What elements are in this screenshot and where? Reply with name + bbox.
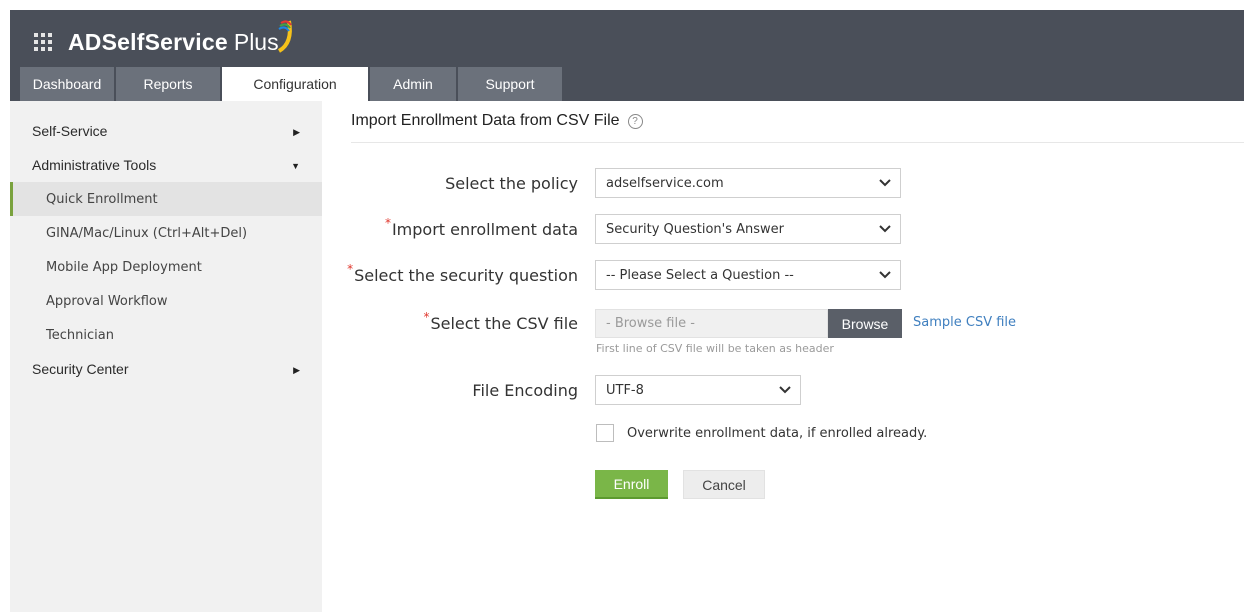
sidebar-section-label: Self-Service bbox=[32, 123, 108, 139]
required-marker: * bbox=[423, 310, 430, 324]
overwrite-label: Overwrite enrollment data, if enrolled a… bbox=[627, 426, 928, 441]
import-data-select-value: Security Question's Answer bbox=[606, 221, 785, 237]
sidebar-item-technician[interactable]: Technician bbox=[10, 318, 322, 352]
app-root: ADSelfService Plus Dashboard Reports Con… bbox=[0, 0, 1244, 612]
csv-file-label: * Select the CSV file bbox=[338, 308, 578, 338]
required-marker: * bbox=[384, 216, 391, 230]
app-grid-icon[interactable] bbox=[34, 33, 52, 51]
encoding-label-text: File Encoding bbox=[472, 380, 578, 400]
top-header: ADSelfService Plus Dashboard Reports Con… bbox=[10, 10, 1244, 101]
tab-admin[interactable]: Admin bbox=[370, 67, 456, 101]
encoding-label: File Encoding bbox=[338, 375, 578, 405]
sidebar-item-mobile-app-deployment[interactable]: Mobile App Deployment bbox=[10, 250, 322, 284]
sidebar-section-self-service[interactable]: Self-Service ▶ bbox=[10, 114, 322, 148]
sidebar-section-security-center[interactable]: Security Center ▶ bbox=[10, 352, 322, 386]
help-icon[interactable]: ? bbox=[627, 113, 643, 129]
security-question-select-value: -- Please Select a Question -- bbox=[606, 267, 794, 283]
policy-select-value: adselfservice.com bbox=[606, 175, 724, 191]
import-data-select[interactable]: Security Question's Answer bbox=[595, 214, 901, 244]
sidebar-item-gina-mac-linux[interactable]: GINA/Mac/Linux (Ctrl+Alt+Del) bbox=[10, 216, 322, 250]
policy-select[interactable]: adselfservice.com bbox=[595, 168, 901, 198]
sidebar-item-approval-workflow[interactable]: Approval Workflow bbox=[10, 284, 322, 318]
browse-button[interactable]: Browse bbox=[828, 309, 902, 338]
overwrite-checkbox[interactable] bbox=[596, 424, 614, 442]
tab-dashboard[interactable]: Dashboard bbox=[20, 67, 114, 101]
page-title: Import Enrollment Data from CSV File ? bbox=[351, 112, 643, 130]
caret-right-icon: ▶ bbox=[293, 127, 300, 137]
policy-label-text: Select the policy bbox=[445, 173, 578, 193]
security-question-label-text: Select the security question bbox=[354, 265, 578, 285]
import-data-label: * Import enrollment data bbox=[338, 214, 578, 244]
brand: ADSelfService Plus bbox=[34, 20, 297, 60]
tab-configuration[interactable]: Configuration bbox=[222, 67, 368, 101]
title-divider bbox=[351, 142, 1244, 143]
policy-label: Select the policy bbox=[338, 168, 578, 198]
sample-csv-link[interactable]: Sample CSV file bbox=[913, 315, 1016, 330]
csv-file-label-text: Select the CSV file bbox=[430, 313, 578, 333]
tab-reports[interactable]: Reports bbox=[116, 67, 220, 101]
caret-down-icon: ▼ bbox=[291, 161, 300, 171]
brand-suffix: Plus bbox=[233, 28, 279, 55]
page-title-text: Import Enrollment Data from CSV File bbox=[351, 112, 620, 129]
chevron-down-icon bbox=[770, 376, 800, 404]
sidebar-section-label: Security Center bbox=[32, 361, 129, 377]
encoding-select[interactable]: UTF-8 bbox=[595, 375, 801, 405]
enroll-button[interactable]: Enroll bbox=[595, 470, 668, 499]
csv-file-input[interactable]: - Browse file - bbox=[595, 309, 828, 338]
main-tabs: Dashboard Reports Configuration Admin Su… bbox=[20, 67, 564, 101]
csv-file-placeholder: - Browse file - bbox=[606, 316, 695, 331]
csv-hint: First line of CSV file will be taken as … bbox=[596, 342, 834, 355]
import-data-label-text: Import enrollment data bbox=[391, 219, 578, 239]
security-question-label: * Select the security question bbox=[338, 260, 578, 290]
tab-support[interactable]: Support bbox=[458, 67, 562, 101]
chevron-down-icon bbox=[870, 215, 900, 243]
sidebar-item-quick-enrollment[interactable]: Quick Enrollment bbox=[10, 182, 322, 216]
chevron-down-icon bbox=[870, 169, 900, 197]
sidebar-section-administrative-tools[interactable]: Administrative Tools ▼ bbox=[10, 148, 322, 182]
sidebar-section-label: Administrative Tools bbox=[32, 157, 157, 173]
encoding-select-value: UTF-8 bbox=[606, 382, 644, 398]
chevron-down-icon bbox=[870, 261, 900, 289]
security-question-select[interactable]: -- Please Select a Question -- bbox=[595, 260, 901, 290]
required-marker: * bbox=[347, 262, 354, 276]
brand-arc-icon bbox=[277, 20, 292, 53]
brand-name: ADSelfService bbox=[68, 28, 228, 55]
caret-right-icon: ▶ bbox=[293, 365, 300, 375]
sidebar: Self-Service ▶ Administrative Tools ▼ Qu… bbox=[10, 101, 322, 612]
cancel-button[interactable]: Cancel bbox=[683, 470, 765, 499]
